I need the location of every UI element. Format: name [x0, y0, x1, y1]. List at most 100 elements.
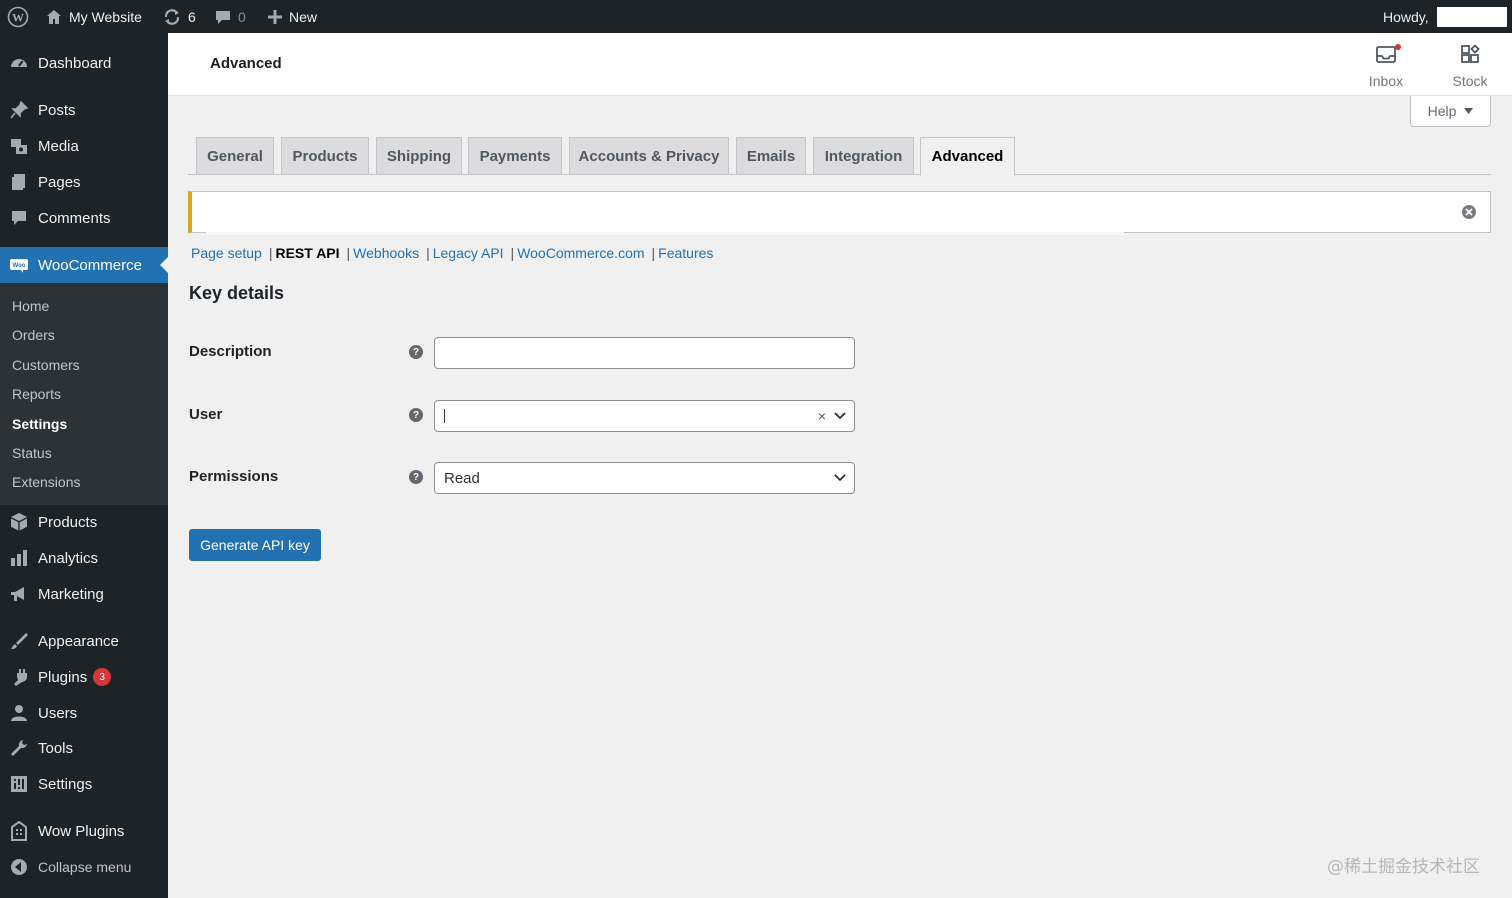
inbox-button[interactable]: Inbox	[1356, 43, 1416, 89]
admin-bar: W My Website 6 0 New Howdy,	[0, 0, 1512, 33]
tab-integration[interactable]: Integration	[813, 137, 914, 175]
menu-label: WooCommerce	[38, 256, 142, 274]
tab-accounts-privacy[interactable]: Accounts & Privacy	[569, 137, 729, 175]
dismiss-icon[interactable]	[1461, 204, 1477, 220]
updates-count: 6	[188, 8, 196, 25]
page-title: Advanced	[210, 55, 282, 72]
menu-marketing[interactable]: Marketing	[0, 576, 168, 612]
chevron-down-icon[interactable]	[834, 412, 846, 420]
section-links: Page setup | REST API | Webhooks | Legac…	[191, 245, 713, 261]
user-help-icon[interactable]: ?	[409, 408, 423, 422]
menu-label: Analytics	[38, 549, 99, 567]
collapse-label: Collapse menu	[38, 859, 132, 875]
svg-text:W: W	[12, 10, 24, 24]
tab-advanced[interactable]: Advanced	[920, 137, 1015, 176]
chevron-down-icon[interactable]	[834, 474, 846, 482]
menu-settings[interactable]: Settings	[0, 766, 168, 802]
updates-link[interactable]: 6	[162, 0, 196, 33]
brush-icon	[9, 631, 29, 651]
menu-comments[interactable]: Comments	[0, 200, 168, 236]
menu-pages[interactable]: Pages	[0, 164, 168, 200]
menu-dashboard[interactable]: Dashboard	[0, 45, 168, 81]
inbox-notification-dot	[1395, 44, 1401, 50]
tab-products[interactable]: Products	[281, 137, 369, 175]
link-webhooks[interactable]: Webhooks	[353, 245, 419, 261]
pages-icon	[9, 172, 29, 192]
clear-icon[interactable]: ×	[818, 408, 826, 424]
settings-tabs: General Products Shipping Payments Accou…	[188, 137, 1491, 176]
help-tab-button[interactable]: Help	[1410, 96, 1491, 127]
tab-shipping[interactable]: Shipping	[376, 137, 462, 175]
user-label: User	[189, 406, 223, 423]
menu-users[interactable]: Users	[0, 695, 168, 731]
howdy-text: Howdy,	[1383, 8, 1429, 25]
separator: |	[268, 245, 273, 261]
generate-api-key-button[interactable]: Generate API key	[189, 529, 321, 561]
permissions-help-icon[interactable]: ?	[409, 470, 423, 484]
separator: |	[510, 245, 515, 261]
plugins-update-badge: 3	[93, 668, 112, 686]
menu-woocommerce[interactable]: Woo WooCommerce	[0, 247, 168, 283]
stock-button[interactable]: Stock	[1440, 43, 1500, 89]
menu-media[interactable]: Media	[0, 128, 168, 164]
menu-tools[interactable]: Tools	[0, 730, 168, 766]
menu-analytics[interactable]: Analytics	[0, 540, 168, 576]
description-help-icon[interactable]: ?	[409, 345, 423, 359]
menu-label: Appearance	[38, 632, 119, 650]
link-features[interactable]: Features	[658, 245, 713, 261]
new-content-link[interactable]: New	[267, 0, 317, 33]
submenu-orders[interactable]: Orders	[12, 324, 55, 346]
menu-appearance[interactable]: Appearance	[0, 623, 168, 659]
submenu-reports[interactable]: Reports	[12, 383, 61, 405]
link-rest-api[interactable]: REST API	[275, 245, 339, 261]
plugin-icon	[9, 667, 29, 687]
user-select[interactable]: ×	[434, 400, 855, 432]
tab-payments[interactable]: Payments	[468, 137, 562, 175]
submenu-settings[interactable]: Settings	[12, 413, 67, 435]
avatar	[1436, 6, 1507, 27]
separator: |	[426, 245, 430, 261]
link-legacy-api[interactable]: Legacy API	[433, 245, 504, 261]
tab-emails[interactable]: Emails	[736, 137, 806, 175]
pin-icon	[9, 100, 29, 120]
submenu-home[interactable]: Home	[12, 295, 49, 317]
tab-general[interactable]: General	[196, 137, 274, 175]
site-name-link[interactable]: My Website	[45, 0, 142, 33]
submenu-extensions[interactable]: Extensions	[12, 471, 80, 493]
menu-label: Posts	[38, 101, 76, 119]
chart-icon	[9, 548, 29, 568]
megaphone-icon	[9, 584, 29, 604]
menu-label: Marketing	[38, 585, 104, 603]
submenu-customers[interactable]: Customers	[12, 354, 80, 376]
comments-link[interactable]: 0	[214, 0, 246, 33]
menu-label: Comments	[38, 209, 111, 227]
stock-icon	[1461, 44, 1480, 63]
link-page-setup[interactable]: Page setup	[191, 245, 262, 261]
menu-label: Wow Plugins	[38, 822, 125, 840]
dashboard-icon	[9, 53, 29, 73]
key-details-heading: Key details	[189, 283, 285, 303]
watermark: @稀土掘金技术社区	[1327, 857, 1480, 877]
new-label: New	[289, 8, 318, 25]
menu-plugins[interactable]: Plugins 3	[0, 659, 168, 695]
text-caret	[444, 409, 445, 423]
menu-label: Plugins	[38, 668, 88, 686]
permissions-select[interactable]: Read	[434, 462, 855, 494]
link-woocommerce-com[interactable]: WooCommerce.com	[517, 245, 644, 261]
menu-wow-plugins[interactable]: Wow Plugins	[0, 813, 168, 849]
submenu-status[interactable]: Status	[12, 442, 52, 464]
wordpress-logo-icon[interactable]: W	[7, 0, 29, 33]
comments-count: 0	[238, 8, 246, 25]
notice-divider	[206, 232, 1124, 235]
user-select-controls: ×	[818, 401, 846, 431]
woo-icon: Woo	[9, 255, 29, 275]
inbox-icon	[1376, 46, 1396, 63]
collapse-arrow-icon	[9, 857, 29, 877]
menu-posts[interactable]: Posts	[0, 92, 168, 128]
collapse-menu-button[interactable]: Collapse menu	[0, 849, 168, 885]
my-account-link[interactable]: Howdy,	[1383, 0, 1507, 33]
permissions-value: Read	[444, 469, 480, 487]
current-indicator	[160, 257, 168, 273]
menu-products[interactable]: Products	[0, 504, 168, 540]
description-input[interactable]	[434, 337, 855, 369]
